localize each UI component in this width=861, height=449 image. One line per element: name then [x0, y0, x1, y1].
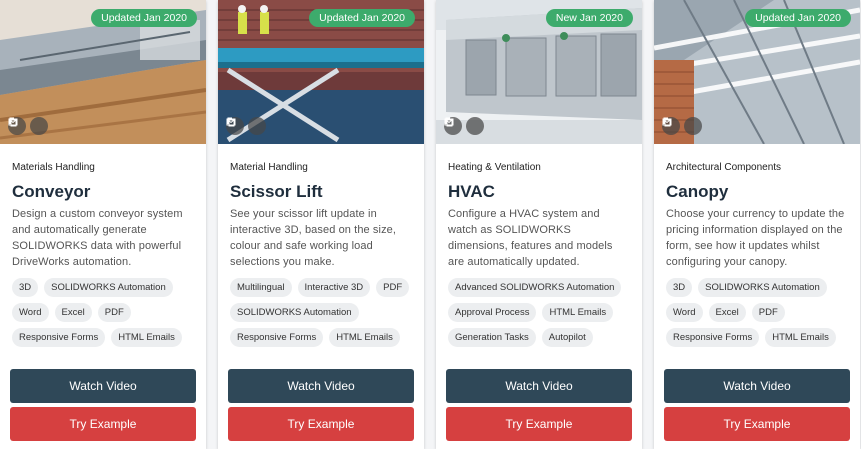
tag: SOLIDWORKS Automation: [230, 303, 359, 322]
tag: PDF: [751, 303, 785, 322]
tag: 3D: [12, 278, 39, 297]
tag: HTML Emails: [329, 328, 400, 347]
tag-list: Advanced SOLIDWORKS Automation Approval …: [448, 278, 638, 347]
tag: SOLIDWORKS Automation: [44, 278, 173, 297]
tag: Advanced SOLIDWORKS Automation: [448, 278, 622, 297]
tag: Autopilot: [541, 328, 593, 347]
share-actions: [444, 117, 484, 135]
copy-link-button[interactable]: [227, 117, 266, 135]
copy-link-icon: [663, 117, 671, 127]
card-image[interactable]: Updated Jan 2020: [0, 0, 206, 144]
card-title[interactable]: Canopy: [666, 182, 848, 202]
watch-video-button[interactable]: Watch Video: [228, 369, 414, 403]
card-body: Heating & Ventilation HVAC Configure a H…: [436, 144, 642, 270]
card-body: Architectural Components Canopy Choose y…: [654, 144, 860, 270]
copy-link-icon: [9, 117, 17, 127]
card-title[interactable]: Conveyor: [12, 182, 194, 202]
tag: Interactive 3D: [297, 278, 371, 297]
watch-video-button[interactable]: Watch Video: [664, 369, 850, 403]
copy-link-icon: [445, 117, 453, 127]
tag-list: 3D SOLIDWORKS Automation Word Excel PDF …: [12, 278, 202, 347]
tag: Approval Process: [448, 303, 537, 322]
card-title[interactable]: HVAC: [448, 182, 630, 202]
try-example-button[interactable]: Try Example: [446, 407, 632, 441]
card-description: See your scissor lift update in interact…: [230, 208, 397, 268]
card-body: Materials Handling Conveyor Design a cus…: [0, 144, 206, 270]
watch-video-button[interactable]: Watch Video: [446, 369, 632, 403]
tag-list: 3D SOLIDWORKS Automation Word Excel PDF …: [666, 278, 856, 347]
card-description: Design a custom conveyor system and auto…: [12, 208, 183, 268]
tag: Responsive Forms: [12, 328, 106, 347]
card-conveyor: Updated Jan 2020 Materials Handling Conv…: [0, 0, 206, 449]
product-card-list: Updated Jan 2020 Materials Handling Conv…: [0, 0, 861, 449]
card-category: Architectural Components: [666, 162, 782, 173]
card-image[interactable]: Updated Jan 2020: [654, 0, 860, 144]
card-description: Choose your currency to update the prici…: [666, 208, 845, 268]
card-category: Heating & Ventilation: [448, 162, 541, 173]
tag: Generation Tasks: [448, 328, 536, 347]
card-description: Configure a HVAC system and watch as SOL…: [448, 208, 613, 268]
card-category: Materials Handling: [12, 162, 95, 173]
copy-link-button[interactable]: [663, 117, 702, 135]
tag: HTML Emails: [111, 328, 182, 347]
card-body: Material Handling Scissor Lift See your …: [218, 144, 424, 270]
tag-list: Multilingual Interactive 3D PDF SOLIDWOR…: [230, 278, 420, 347]
copy-link-button[interactable]: [445, 117, 484, 135]
tag: Word: [12, 303, 49, 322]
watch-video-button[interactable]: Watch Video: [10, 369, 196, 403]
card-image[interactable]: Updated Jan 2020: [218, 0, 424, 144]
status-badge: Updated Jan 2020: [309, 9, 415, 27]
tag: SOLIDWORKS Automation: [698, 278, 827, 297]
tag: Excel: [54, 303, 92, 322]
tag: Responsive Forms: [230, 328, 324, 347]
status-badge: Updated Jan 2020: [91, 9, 197, 27]
card-scissor-lift: Updated Jan 2020 Material Handling Sciss…: [218, 0, 424, 449]
share-actions: [8, 117, 48, 135]
card-title[interactable]: Scissor Lift: [230, 182, 412, 202]
card-hvac: New Jan 2020 Heating & Ventilation HVAC …: [436, 0, 642, 449]
tag: Responsive Forms: [666, 328, 760, 347]
tag: Multilingual: [230, 278, 292, 297]
tag: Excel: [708, 303, 746, 322]
tag: PDF: [97, 303, 131, 322]
copy-link-button[interactable]: [9, 117, 48, 135]
share-actions: [662, 117, 702, 135]
try-example-button[interactable]: Try Example: [664, 407, 850, 441]
tag: 3D: [666, 278, 693, 297]
copy-link-icon: [227, 117, 235, 127]
tag: PDF: [376, 278, 410, 297]
status-badge: Updated Jan 2020: [745, 9, 851, 27]
tag: HTML Emails: [765, 328, 836, 347]
share-actions: [226, 117, 266, 135]
card-image[interactable]: New Jan 2020: [436, 0, 642, 144]
tag: HTML Emails: [542, 303, 614, 322]
status-badge: New Jan 2020: [545, 9, 633, 27]
card-canopy: Updated Jan 2020 Architectural Component…: [654, 0, 860, 449]
try-example-button[interactable]: Try Example: [10, 407, 196, 441]
card-category: Material Handling: [230, 162, 308, 173]
try-example-button[interactable]: Try Example: [228, 407, 414, 441]
tag: Word: [666, 303, 703, 322]
